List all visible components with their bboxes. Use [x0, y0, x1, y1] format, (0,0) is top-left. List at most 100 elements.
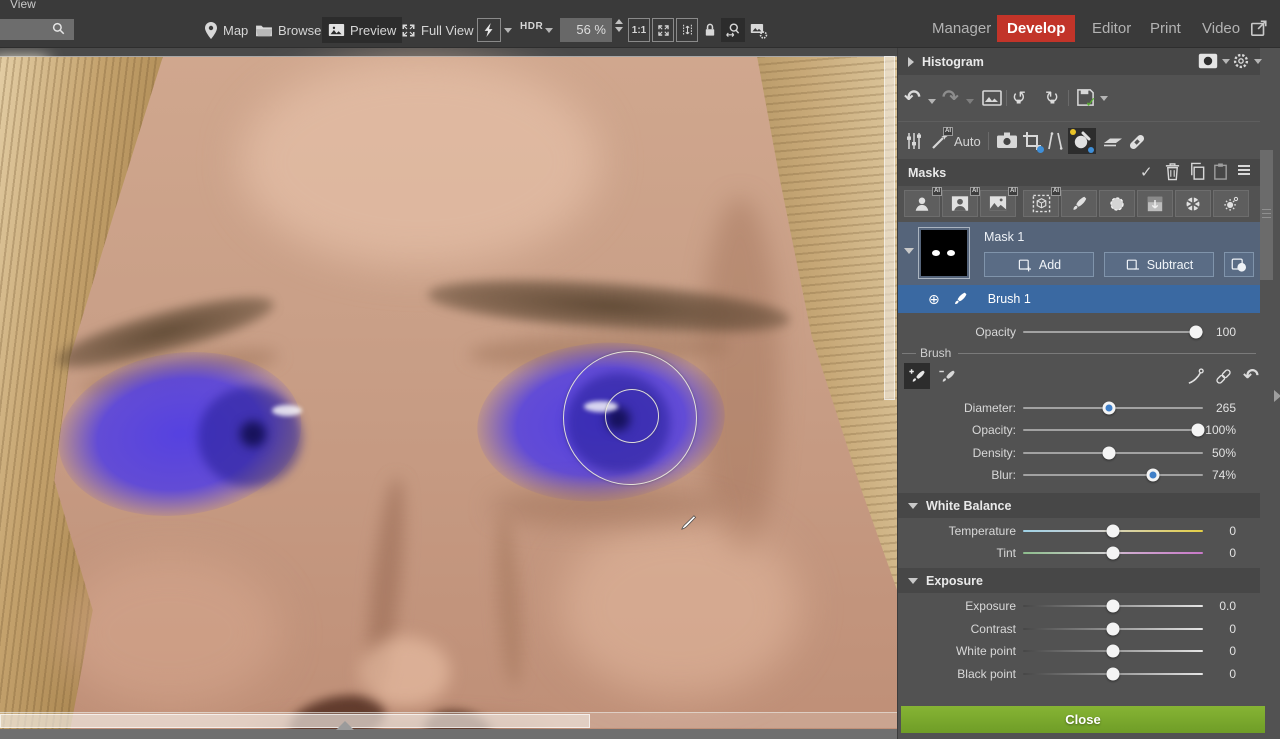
masks-tool-icon-selected[interactable] — [1068, 128, 1096, 154]
exposure-track[interactable] — [1023, 605, 1203, 607]
mask-expand-arrow[interactable] — [904, 248, 914, 254]
develop-canvas[interactable] — [0, 48, 897, 739]
crop-tool-icon[interactable] — [1022, 131, 1042, 151]
straighten-tool-icon[interactable] — [1046, 131, 1064, 151]
search-icon[interactable] — [51, 21, 66, 36]
mask-display-mode-icon[interactable] — [1198, 53, 1218, 69]
tint-handle[interactable] — [1107, 547, 1120, 560]
copy-icon[interactable] — [1188, 162, 1206, 181]
browser-button[interactable]: Browser — [249, 17, 332, 43]
exposure-header[interactable]: Exposure — [898, 568, 1260, 593]
hdr-dropdown[interactable] — [545, 28, 553, 33]
mask-thumbnail[interactable] — [918, 227, 970, 279]
mask-tool-circle[interactable] — [1099, 190, 1135, 217]
save-icon[interactable]: ✓ — [1076, 88, 1095, 107]
undo-icon[interactable]: ↶ — [904, 88, 921, 108]
mask-add-button[interactable]: Add — [984, 252, 1094, 277]
brush-subtract-mode-button[interactable] — [934, 363, 960, 389]
blur-track[interactable] — [1023, 474, 1203, 476]
module-tab-print[interactable]: Print — [1140, 15, 1191, 42]
zoom-level-field[interactable]: 56 % — [560, 18, 612, 42]
gear-dropdown[interactable] — [1254, 59, 1262, 64]
brush-opacity-track[interactable] — [1023, 429, 1203, 431]
auto-label[interactable]: Auto — [954, 134, 981, 149]
mask-name[interactable]: Mask 1 — [984, 230, 1024, 244]
diameter-handle[interactable] — [1103, 402, 1116, 415]
density-handle[interactable] — [1103, 447, 1116, 460]
mask-enable-check-icon[interactable]: ✓ — [1140, 163, 1153, 181]
photo-image[interactable] — [0, 56, 897, 739]
contrast-handle[interactable] — [1107, 623, 1120, 636]
zoom-1to1-button[interactable]: 1:1 — [628, 18, 650, 42]
original-image-icon[interactable] — [982, 90, 1002, 106]
trash-icon[interactable] — [1164, 162, 1181, 181]
diameter-track[interactable] — [1023, 407, 1203, 409]
black-point-track[interactable] — [1023, 673, 1203, 675]
temperature-handle[interactable] — [1107, 525, 1120, 538]
link-icon[interactable] — [1210, 363, 1236, 389]
mask-tool-luminance[interactable] — [1213, 190, 1249, 217]
preview-settings-button[interactable] — [747, 18, 771, 42]
canvas-horizontal-scroll-thumb[interactable] — [0, 714, 590, 728]
preview-button[interactable]: Preview — [322, 17, 402, 43]
mask-tool-ai-person[interactable]: AI — [904, 190, 940, 217]
auto-wand-icon[interactable]: AI — [930, 131, 950, 151]
mask-display-dropdown[interactable] — [1222, 59, 1230, 64]
mask-tool-ai-background[interactable]: AI — [942, 190, 978, 217]
paste-icon[interactable] — [1212, 162, 1229, 181]
mask-tool-radial-wheel[interactable] — [1175, 190, 1211, 217]
canvas-horizontal-scrollbar[interactable] — [0, 712, 897, 728]
menu-view[interactable]: View — [10, 0, 36, 11]
redo-dropdown[interactable] — [966, 99, 974, 104]
gear-icon[interactable] — [1232, 52, 1250, 70]
redo-icon[interactable]: ↷ — [942, 88, 959, 108]
white-point-handle[interactable] — [1107, 645, 1120, 658]
quick-edits-button[interactable] — [477, 18, 501, 42]
blur-handle[interactable] — [1146, 469, 1159, 482]
panel-scrollbar-thumb[interactable] — [1260, 150, 1273, 280]
white-point-track[interactable] — [1023, 650, 1203, 652]
exposure-handle[interactable] — [1107, 600, 1120, 613]
plus-circle-icon[interactable]: ⊕ — [928, 291, 940, 308]
close-button[interactable]: Close — [901, 706, 1265, 733]
gradient-tool-icon[interactable] — [1102, 131, 1124, 149]
mask-opacity-track[interactable] — [1023, 331, 1203, 333]
open-external-icon[interactable] — [1250, 19, 1268, 37]
brush-add-mode-button[interactable] — [904, 363, 930, 389]
fit-width-button[interactable] — [676, 18, 698, 42]
reset-brush-icon[interactable]: ↶ — [1238, 363, 1264, 389]
save-dropdown[interactable] — [1100, 96, 1108, 101]
compare-button[interactable] — [721, 18, 745, 42]
module-tab-manager[interactable]: Manager — [922, 15, 1001, 42]
rotate-left-icon[interactable]: ↺■ — [1012, 89, 1031, 106]
lock-button[interactable] — [700, 18, 720, 42]
menu-icon[interactable] — [1236, 162, 1252, 178]
rotate-right-icon[interactable]: ■↻ — [1040, 89, 1059, 106]
mask-tool-ai-sky[interactable]: AI — [980, 190, 1016, 217]
mask-tool-ai-selection[interactable]: AI — [1023, 190, 1059, 217]
undo-dropdown[interactable] — [928, 99, 936, 104]
filmstrip-expander-arrow[interactable] — [336, 721, 354, 730]
density-track[interactable] — [1023, 452, 1203, 454]
mask-tool-brush[interactable] — [1061, 190, 1097, 217]
fit-to-screen-button[interactable] — [652, 18, 674, 42]
full-view-button[interactable]: Full View — [395, 17, 480, 43]
module-tab-develop[interactable]: Develop — [997, 15, 1075, 42]
white-balance-header[interactable]: White Balance — [898, 493, 1260, 518]
black-point-handle[interactable] — [1107, 668, 1120, 681]
mask-tool-linear-gradient[interactable] — [1137, 190, 1173, 217]
quick-edits-dropdown[interactable] — [504, 28, 512, 33]
canvas-vertical-scroll-thumb[interactable] — [884, 56, 895, 400]
adjustments-tool-icon[interactable] — [904, 131, 924, 151]
zoom-spinner[interactable] — [615, 19, 623, 32]
hdr-label[interactable]: HDR — [520, 21, 543, 32]
mask-invert-button[interactable] — [1224, 252, 1254, 277]
mask-subtract-button[interactable]: Subtract — [1104, 252, 1214, 277]
module-tab-video[interactable]: Video — [1192, 15, 1250, 42]
camera-tool-icon[interactable] — [996, 131, 1018, 149]
temperature-track[interactable] — [1023, 530, 1203, 532]
map-button[interactable]: Map — [198, 17, 254, 43]
pressure-pen-icon[interactable] — [1182, 363, 1208, 389]
contrast-track[interactable] — [1023, 628, 1203, 630]
module-tab-editor[interactable]: Editor — [1082, 15, 1141, 42]
